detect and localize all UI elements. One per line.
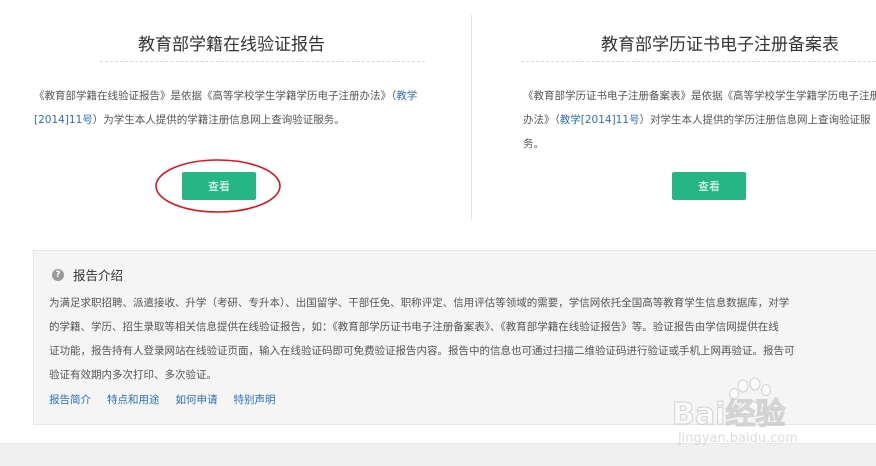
view-button[interactable]: 查看 [182, 172, 256, 200]
card-description: 《教育部学历证书电子注册备案表》是依据《高等学校学生学籍学历电子注册办法》（教学… [523, 84, 876, 156]
link-report-summary[interactable]: 报告简介 [49, 392, 91, 407]
link-how-to-apply[interactable]: 如何申请 [176, 392, 218, 407]
bottom-band [0, 443, 876, 466]
card-divider [471, 15, 472, 220]
desc-text: ）为学生本人提供的学籍注册信息网上查询验证服务。 [92, 114, 345, 126]
intro-header: ? 报告介绍 [52, 265, 123, 284]
link-features-uses[interactable]: 特点和用途 [107, 392, 160, 407]
title-divider [100, 61, 425, 62]
intro-line: 的学籍、学历、招生录取等相关信息提供在线验证报告，如：《教育部学历证书电子注册备… [49, 321, 779, 333]
intro-line: 验证有效期内多次打印、多次验证。 [49, 369, 217, 381]
intro-line: 为满足求职招聘、派遣接收、升学（考研、专升本）、出国留学、干部任免、职称评定、信… [49, 297, 790, 309]
card-title: 教育部学籍在线验证报告 [138, 35, 325, 55]
question-icon: ? [52, 268, 64, 281]
regulation-link[interactable]: 教学[2014]11号 [560, 114, 640, 126]
intro-links: 报告简介 特点和用途 如何申请 特别声明 [49, 392, 292, 407]
title-divider [521, 61, 876, 62]
report-intro-panel: ? 报告介绍 为满足求职招聘、派遣接收、升学（考研、专升本）、出国留学、干部任免… [33, 250, 876, 425]
intro-title: 报告介绍 [73, 268, 124, 283]
view-button[interactable]: 查看 [672, 172, 746, 200]
link-special-statement[interactable]: 特别声明 [234, 392, 276, 407]
card-title: 教育部学历证书电子注册备案表 [601, 35, 839, 55]
intro-line: 证功能，报告持有人登录网站在线验证页面，输入在线验证码即可免费验证报告内容。报告… [49, 345, 795, 357]
intro-body: 为满足求职招聘、派遣接收、升学（考研、专升本）、出国留学、干部任免、职称评定、信… [49, 291, 876, 387]
desc-text: 《教育部学籍在线验证报告》是依据《高等学校学生学籍学历电子注册办法》（ [34, 90, 397, 102]
card-description: 《教育部学籍在线验证报告》是依据《高等学校学生学籍学历电子注册办法》（教学[20… [34, 84, 444, 132]
